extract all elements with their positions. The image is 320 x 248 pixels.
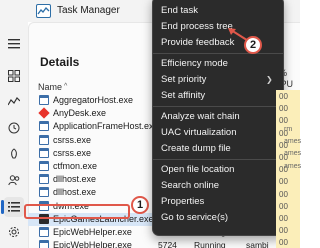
startup-apps-icon (11, 148, 17, 159)
process-name: csrss.exe (53, 147, 92, 158)
process-name: EpicWebHelper.exe (53, 227, 132, 237)
page-title: Details (40, 55, 80, 69)
exe-file-icon (39, 187, 49, 198)
exe-file-icon (39, 134, 49, 145)
menu-item-set-priority[interactable]: Set priority (161, 74, 206, 85)
context-menu: End task End process tree Provide feedba… (152, 0, 284, 236)
partial-description-text: ames (284, 138, 302, 146)
process-user: sambi (246, 240, 269, 248)
cpu-usage-value: 00 (279, 226, 288, 236)
exe-file-icon (39, 121, 49, 132)
partial-description-text: ames (284, 150, 302, 158)
performance-icon (8, 97, 20, 106)
process-name: dllhost.exe (53, 174, 97, 185)
callout-step-1-label: 1 (136, 199, 144, 211)
column-header-name[interactable]: Name (38, 82, 62, 92)
menu-item-efficiency-mode[interactable]: Efficiency mode (161, 58, 228, 69)
nav-settings[interactable] (4, 222, 24, 242)
processes-icon (8, 70, 20, 82)
hamburger-icon (8, 39, 20, 49)
exe-file-icon (39, 240, 49, 248)
menu-item-end-task[interactable]: End task (161, 5, 198, 16)
table-row[interactable]: EpicWebHelper.exe 5724 Running sambi 00 (28, 239, 300, 248)
menu-item-set-affinity[interactable]: Set affinity (161, 90, 205, 101)
cpu-usage-value: 00 (279, 116, 288, 126)
task-manager-logo-icon (36, 4, 51, 18)
process-name: csrss.exe (53, 134, 92, 145)
users-icon (8, 175, 20, 186)
callout-step-2: 2 (244, 36, 262, 54)
cpu-usage-value: 00 (279, 92, 288, 101)
menu-separator (153, 159, 283, 160)
settings-icon (9, 227, 19, 237)
process-name: EpicWebHelper.exe (53, 240, 132, 248)
callout-step-2-label: 2 (249, 39, 257, 51)
submenu-chevron-icon: ❯ (266, 75, 273, 84)
process-status: Running (194, 240, 226, 248)
cpu-usage-value: 00 (279, 189, 288, 199)
nav-performance[interactable] (4, 92, 24, 112)
cpu-usage-value: 00 (279, 177, 288, 187)
menu-item-create-dump-file[interactable]: Create dump file (161, 143, 231, 154)
menu-item-provide-feedback[interactable]: Provide feedback (161, 37, 234, 48)
menu-item-search-online[interactable]: Search online (161, 180, 219, 191)
nav-details[interactable] (4, 197, 24, 217)
details-icon (8, 202, 20, 212)
partial-description-text: rm (284, 126, 293, 133)
anydesk-icon (38, 107, 50, 119)
exe-file-icon (39, 95, 49, 105)
nav-processes[interactable] (4, 66, 24, 86)
menu-item-end-process-tree[interactable]: End process tree (161, 21, 233, 32)
menu-separator (153, 106, 283, 107)
menu-item-open-file-location[interactable]: Open file location (161, 164, 234, 175)
exe-file-icon (39, 147, 49, 158)
menu-item-go-to-services[interactable]: Go to service(s) (161, 212, 228, 223)
process-pid: 5724 (158, 240, 177, 248)
cpu-usage-value: 00 (279, 201, 288, 211)
exe-file-icon (39, 174, 49, 185)
exe-file-icon (39, 161, 49, 171)
process-name: AggregatorHost.exe (53, 95, 134, 105)
nav-startup-apps[interactable] (4, 144, 24, 164)
cpu-usage-value: 00 (279, 104, 288, 114)
process-name: ctfmon.exe (53, 161, 98, 171)
menu-separator (153, 53, 283, 54)
menu-item-analyze-wait-chain[interactable]: Analyze wait chain (161, 111, 240, 122)
exe-file-icon (39, 227, 49, 237)
process-name: ApplicationFrameHost.exe (53, 121, 159, 132)
selected-row-highlight-box (24, 204, 130, 219)
menu-item-uac-virtualization[interactable]: UAC virtualization (161, 127, 237, 138)
sort-ascending-icon: ^ (64, 83, 68, 90)
nav-app-history[interactable] (4, 118, 24, 138)
app-title: Task Manager (57, 5, 120, 16)
hamburger-menu-button[interactable] (4, 34, 24, 54)
partial-description-text: ames (284, 162, 302, 170)
app-history-icon (8, 122, 20, 134)
nav-users[interactable] (4, 170, 24, 190)
cpu-usage-value: 00 (279, 214, 288, 223)
callout-step-1: 1 (131, 196, 149, 214)
menu-item-properties[interactable]: Properties (161, 196, 204, 207)
cpu-usage-value: 00 (279, 238, 288, 248)
process-name: dllhost.exe (53, 187, 97, 198)
process-name: AnyDesk.exe (53, 108, 107, 119)
